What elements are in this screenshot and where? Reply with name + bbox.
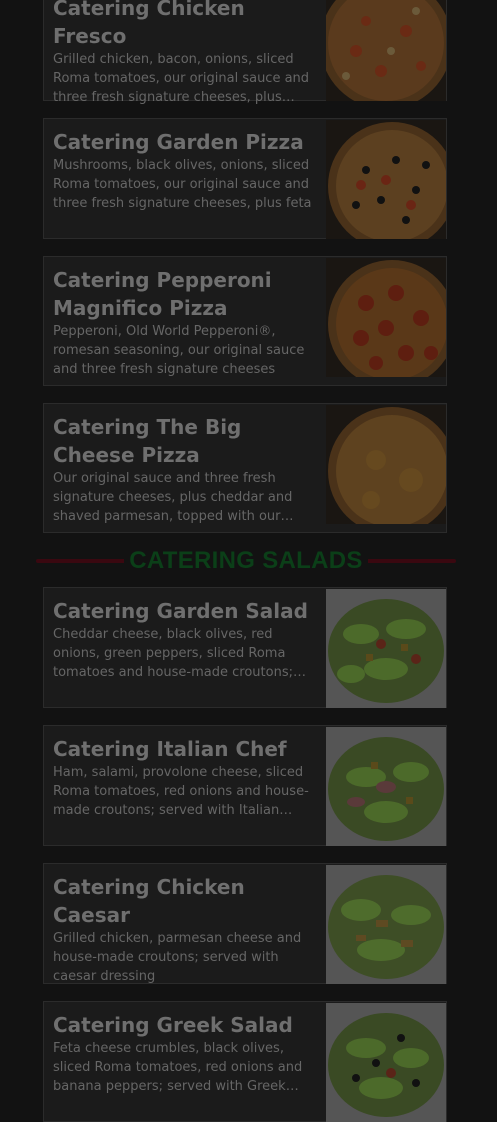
menu-item-card-garden-pizza[interactable]: Catering Garden Pizza Mushrooms, black o… xyxy=(43,118,447,239)
menu-item-title: Catering Pepperoni Magnifico Pizza xyxy=(53,268,272,320)
menu-item-card-greek-salad[interactable]: Catering Greek Salad Feta cheese crumble… xyxy=(43,1001,447,1122)
menu-item-text: Catering Garden Pizza Mushrooms, black o… xyxy=(53,128,319,213)
menu-item-card-pepperoni-magnifico[interactable]: Catering Pepperoni Magnifico Pizza Peppe… xyxy=(43,256,447,386)
menu-item-description: Cheddar cheese, black olives, red onions… xyxy=(53,627,293,680)
catering-menu-page: Catering Chicken Fresco Grilled chicken,… xyxy=(0,0,497,1122)
menu-item-text: Catering Chicken Fresco Grilled chicken,… xyxy=(53,0,319,107)
menu-item-title: Catering Greek Salad xyxy=(53,1013,293,1037)
section-header-catering-salads: CATERING SALADS xyxy=(36,545,456,577)
menu-item-card-chicken-fresco[interactable]: Catering Chicken Fresco Grilled chicken,… xyxy=(43,0,447,105)
garden-pizza-image xyxy=(326,120,446,239)
pepperoni-pizza-image xyxy=(326,258,446,377)
menu-item-title: Catering Garden Salad xyxy=(53,599,308,623)
menu-item-card-big-cheese[interactable]: Catering The Big Cheese Pizza Our origin… xyxy=(43,403,447,533)
italian-chef-salad-image xyxy=(326,727,446,846)
menu-item-text: Catering Pepperoni Magnifico Pizza Peppe… xyxy=(53,266,319,379)
menu-item-card-garden-salad[interactable]: Catering Garden Salad Cheddar cheese, bl… xyxy=(43,587,447,708)
menu-item-text: Catering Garden Salad Cheddar cheese, bl… xyxy=(53,597,319,682)
menu-item-text: Catering Greek Salad Feta cheese crumble… xyxy=(53,1011,319,1096)
menu-item-description: Mushrooms, black olives, onions, sliced … xyxy=(53,158,312,211)
menu-item-title: Catering The Big Cheese Pizza xyxy=(53,415,242,467)
garden-salad-image xyxy=(326,589,446,708)
menu-item-text: Catering Chicken Caesar Grilled chicken,… xyxy=(53,873,319,986)
menu-item-card-italian-chef[interactable]: Catering Italian Chef Ham, salami, provo… xyxy=(43,725,447,846)
menu-item-title: Catering Italian Chef xyxy=(53,737,287,761)
menu-item-text: Catering Italian Chef Ham, salami, provo… xyxy=(53,735,319,820)
menu-item-description: Pepperoni, Old World Pepperoni®, romesan… xyxy=(53,324,305,377)
section-title: CATERING SALADS xyxy=(36,545,456,577)
menu-item-card-chicken-caesar[interactable]: Catering Chicken Caesar Grilled chicken,… xyxy=(43,863,447,984)
chicken-fresco-pizza-image xyxy=(326,0,446,101)
chicken-caesar-salad-image xyxy=(326,865,446,984)
menu-item-description: Grilled chicken, bacon, onions, sliced R… xyxy=(53,52,310,105)
menu-item-title: Catering Garden Pizza xyxy=(53,130,304,154)
greek-salad-image xyxy=(326,1003,446,1122)
section-title-text: CATERING SALADS xyxy=(124,547,368,574)
menu-item-description: Feta cheese crumbles, black olives, slic… xyxy=(53,1041,303,1094)
menu-item-description: Our original sauce and three fresh signa… xyxy=(53,471,294,524)
cheese-pizza-image xyxy=(326,405,446,524)
menu-item-title: Catering Chicken Caesar xyxy=(53,875,245,927)
menu-item-description: Ham, salami, provolone cheese, sliced Ro… xyxy=(53,765,309,818)
menu-item-description: Grilled chicken, parmesan cheese and hou… xyxy=(53,931,302,984)
menu-item-title: Catering Chicken Fresco xyxy=(53,0,245,48)
menu-item-text: Catering The Big Cheese Pizza Our origin… xyxy=(53,413,319,526)
